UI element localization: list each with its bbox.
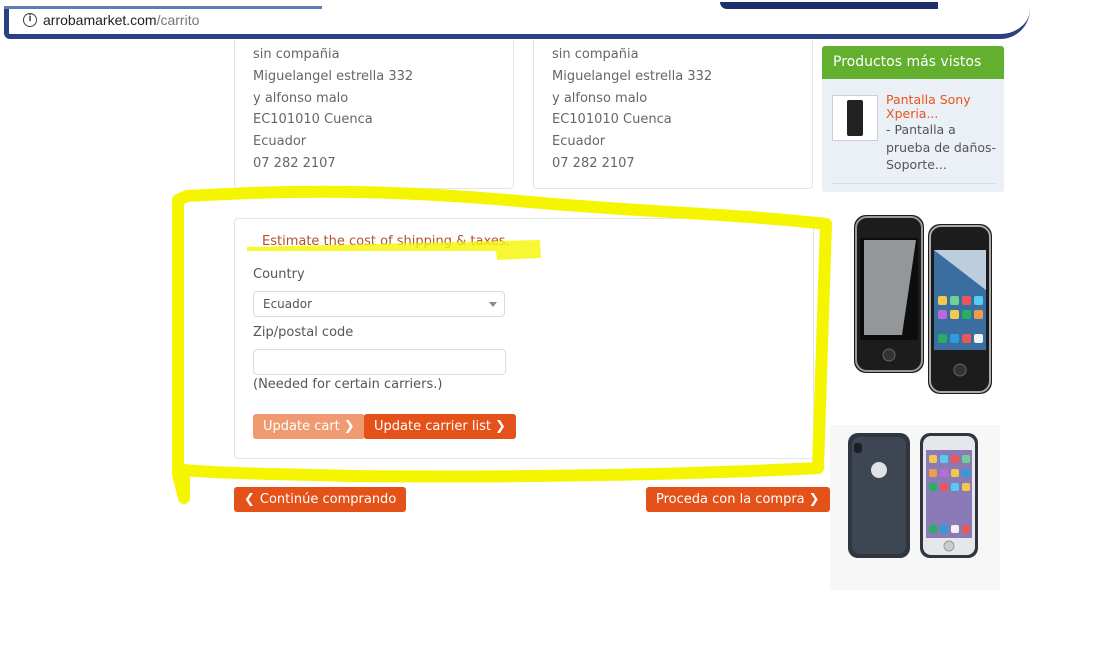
phone-back-silhouette	[854, 215, 924, 373]
most-viewed-heading: Productos más vistos	[822, 46, 1004, 79]
info-icon[interactable]: i	[23, 13, 37, 27]
browser-tab-decoration	[720, 2, 938, 9]
screen-protector-image[interactable]	[846, 210, 996, 398]
shipping-title: Estimate the cost of shipping & taxes.	[262, 234, 510, 249]
address-line: sin compañia	[253, 47, 340, 62]
zip-label: Zip/postal code	[253, 325, 354, 340]
proceed-label: Proceda con la compra	[656, 492, 805, 507]
url-domain: arrobamarket.com	[43, 12, 157, 28]
address-line: y alfonso malo	[552, 90, 648, 106]
address-bar[interactable]: i arrobamarket.com/carrito	[4, 9, 1030, 39]
proceed-checkout-button[interactable]: Proceda con la compra ❯	[646, 487, 830, 512]
url-text[interactable]: arrobamarket.com/carrito	[43, 12, 199, 28]
update-cart-button[interactable]: Update cart ❯	[253, 414, 365, 439]
address-line: Ecuador	[552, 134, 606, 150]
url-path: /carrito	[156, 12, 200, 28]
most-viewed-panel: Productos más vistos Pantalla Sony Xperi…	[822, 46, 1004, 192]
update-carrier-label: Update carrier list	[374, 419, 491, 434]
divider	[832, 183, 996, 184]
country-label: Country	[253, 267, 305, 282]
address-line: Miguelangel estrella 332	[253, 68, 414, 84]
shipping-estimator: Estimate the cost of shipping & taxes. C…	[234, 218, 814, 459]
address-line: Ecuador	[253, 134, 307, 150]
address-line: y alfonso malo	[253, 90, 349, 106]
chevron-right-icon: ❯	[808, 492, 820, 507]
address-line: EC101010 Cuenca	[253, 112, 373, 128]
update-carrier-list-button[interactable]: Update carrier list ❯	[364, 414, 516, 439]
continue-shopping-button[interactable]: ❮ Continúe comprando	[234, 487, 407, 512]
product-title-link[interactable]: Pantalla Sony Xperia...	[886, 93, 996, 121]
chevron-down-icon	[489, 302, 497, 307]
phone-case-image[interactable]	[830, 425, 1000, 590]
chevron-right-icon: ❯	[343, 419, 355, 434]
phone-front-with-icons	[928, 224, 992, 394]
product-description: - Pantalla a prueba de daños-Soporte...	[886, 122, 997, 172]
delivery-address-card: sin compañia Miguelangel estrella 332 y …	[234, 40, 514, 189]
address-line: EC101010 Cuenca	[552, 112, 672, 128]
address-line: 07 282 2107	[552, 155, 635, 171]
address-line: sin compañia	[552, 47, 639, 62]
case-back	[848, 433, 910, 558]
continue-label: Continúe comprando	[259, 492, 397, 507]
update-cart-label: Update cart	[263, 419, 340, 434]
country-select[interactable]: Ecuador	[253, 291, 505, 317]
zip-note: (Needed for certain carriers.)	[253, 377, 443, 392]
address-line: 07 282 2107	[253, 155, 336, 171]
chevron-right-icon: ❯	[494, 419, 506, 434]
address-line: Miguelangel estrella 332	[552, 68, 713, 84]
phone-image	[847, 100, 863, 136]
invoice-address-card: sin compañia Miguelangel estrella 332 y …	[533, 40, 813, 189]
country-value: Ecuador	[263, 297, 313, 311]
zip-input[interactable]	[253, 349, 506, 375]
case-front	[920, 433, 978, 558]
product-thumbnail[interactable]	[832, 95, 878, 141]
chevron-left-icon: ❮	[244, 492, 255, 507]
